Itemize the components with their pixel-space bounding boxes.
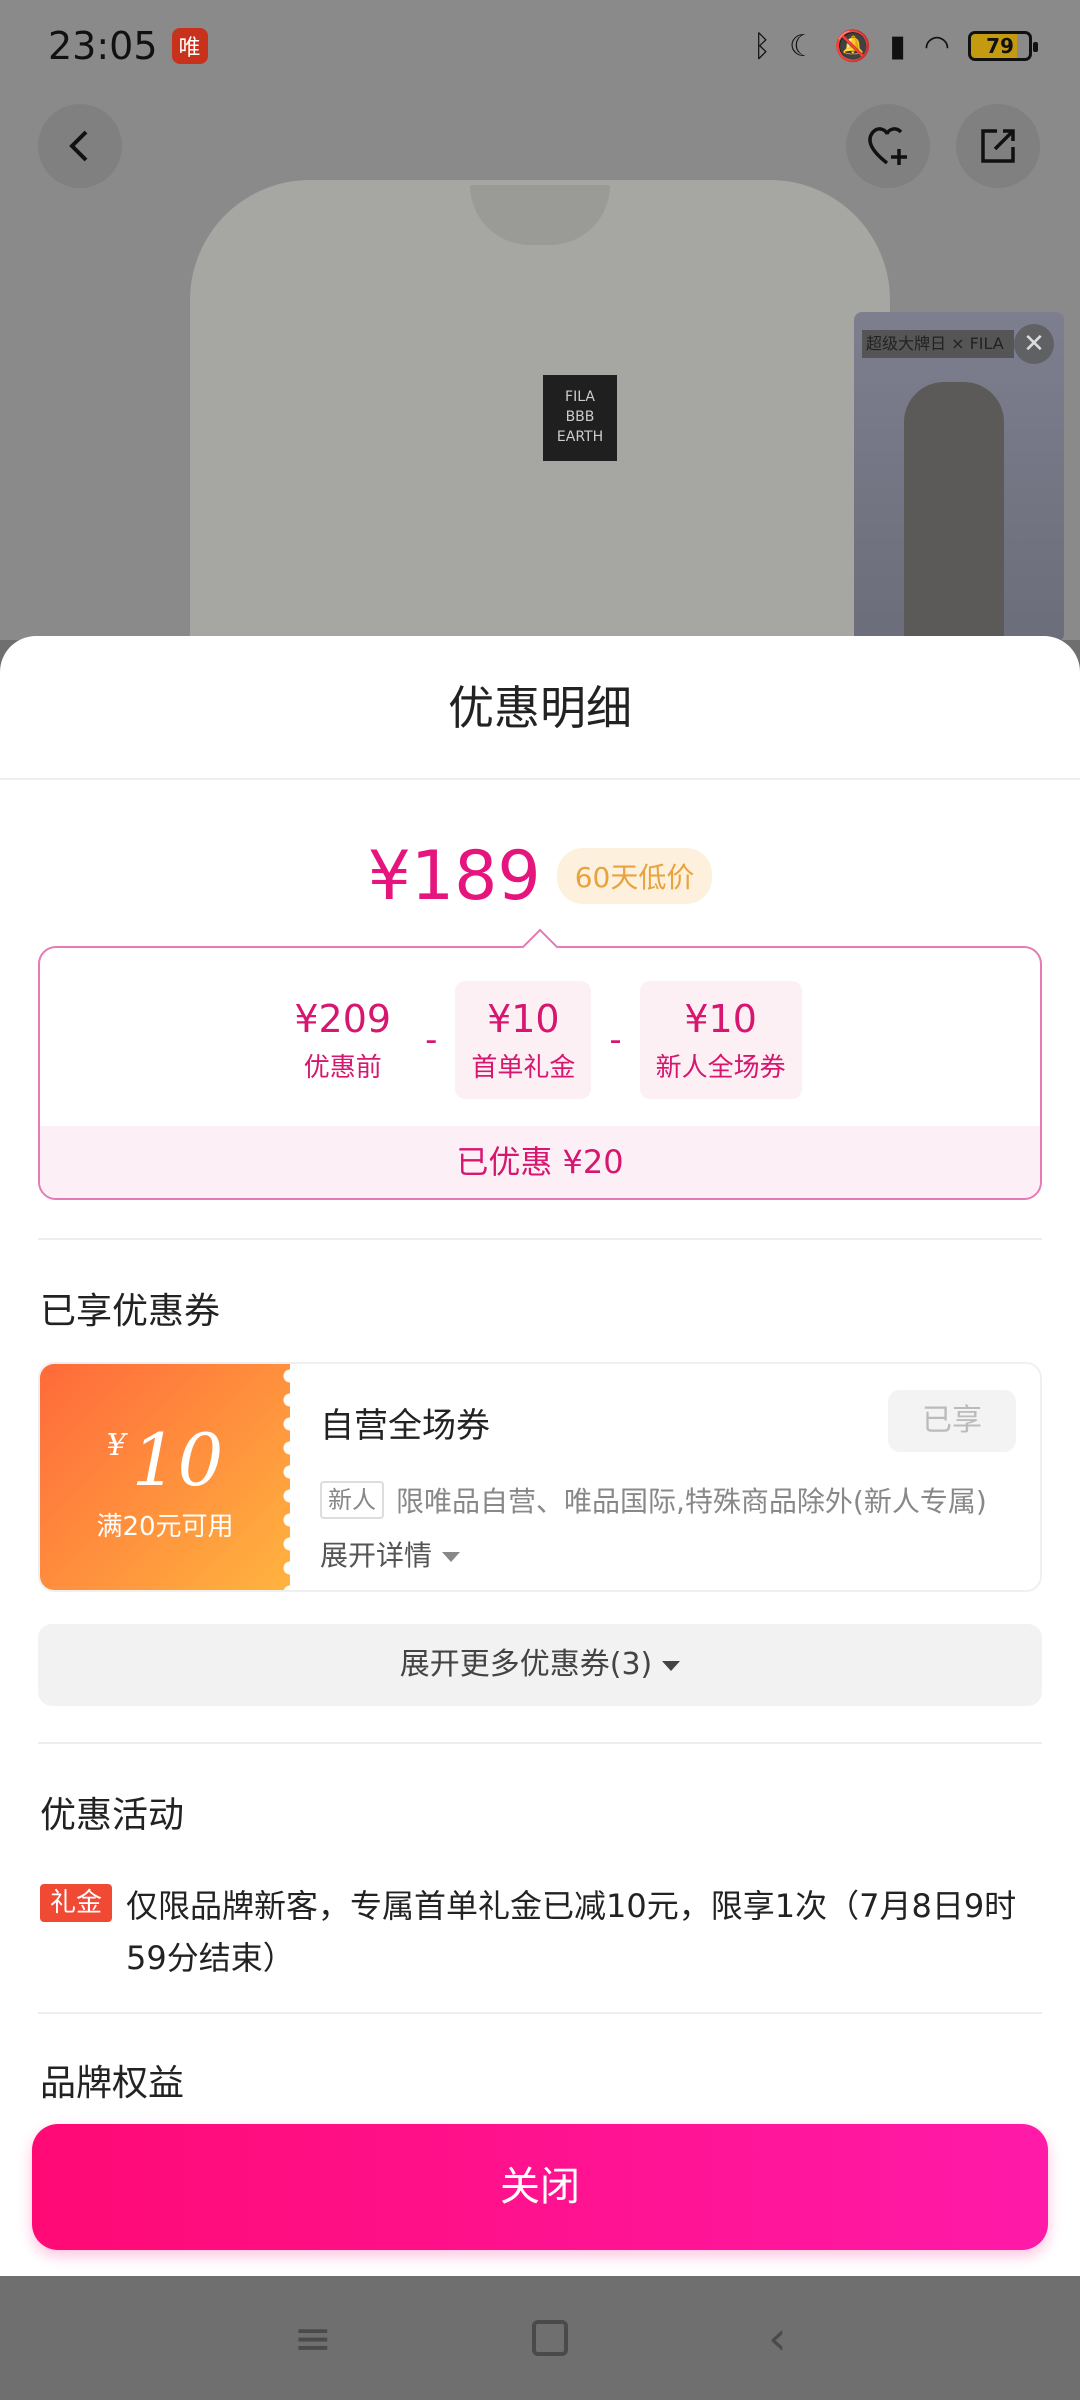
activity-item: 礼金 仅限品牌新客，专属首单礼金已减10元，限享1次（7月8日9时59分结束） [40,1880,1040,1984]
coupon-perforation [278,1364,302,1590]
video-presenter [904,382,1004,640]
gift-tag: 礼金 [40,1884,113,1922]
coupon-description-text: 限唯品自营、唯品国际,特殊商品除外(新人专属) [396,1485,987,1518]
minus-sign: - [609,1020,622,1060]
bluetooth-icon: ᛒ [753,28,772,64]
final-price-row: ¥189 60天低价 [0,836,1080,916]
brand-section-title: 品牌权益 [40,2063,185,2104]
original-price-amount: ¥209 [294,996,392,1041]
favorite-button[interactable] [846,104,930,188]
logo-text: FILA [565,389,595,405]
signal-icon: ▮ [889,28,906,64]
coupon-expand-details[interactable]: 展开详情 [320,1534,461,1574]
newcomer-coupon-amount: ¥10 [684,996,757,1041]
total-saved: 已优惠 ¥20 [40,1126,1040,1198]
coupons-section-title: 已享优惠券 [40,1291,221,1332]
coupon-status-badge: 已享 [888,1390,1016,1452]
first-order-gift-amount: ¥10 [487,996,560,1041]
first-order-gift-label: 首单礼金 [471,1052,576,1083]
divider [38,2012,1042,2014]
live-video-thumbnail[interactable]: 超级大牌日 × FILA ✕ [854,312,1064,640]
divider [38,1238,1042,1240]
share-button[interactable] [956,104,1040,188]
coupon-value-panel: ¥10 满20元可用 [40,1364,290,1590]
status-icons: ᛒ ☾ 🔕 ▮ ◠ 79 [753,28,1038,64]
system-nav-bar: ≡ ‹ [0,2276,1080,2400]
breakdown-items: ¥209 优惠前 - ¥10 首单礼金 - ¥10 新人全场券 [40,980,1040,1100]
app-notification-icon: 唯 [171,28,208,64]
product-logo-label: FILA BBB EARTH [543,375,617,461]
final-price: ¥189 [367,836,541,916]
battery-icon: 79 [968,31,1038,61]
minus-sign: - [425,1020,438,1060]
status-time: 23:05 [48,24,158,68]
original-price-item: ¥209 优惠前 [278,981,407,1099]
home-icon[interactable] [532,2320,569,2356]
expand-details-label: 展开详情 [320,1539,433,1572]
share-icon [981,129,1015,163]
wifi-icon: ◠ [923,28,950,64]
sheet-title: 优惠明细 [0,636,1080,780]
product-image [190,180,890,640]
close-button[interactable]: 关闭 [32,2124,1048,2250]
low-price-badge: 60天低价 [556,848,713,904]
original-price-label: 优惠前 [303,1052,382,1083]
heart-plus-icon [868,127,907,165]
newcomer-tag: 新人 [320,1481,384,1519]
moon-icon: ☾ [789,28,816,64]
divider [38,1742,1042,1744]
video-title: 超级大牌日 × FILA [862,330,1014,358]
coupon-amount: ¥10 [40,1418,290,1502]
discount-detail-sheet: 优惠明细 ¥189 60天低价 ¥209 优惠前 - ¥10 首单礼金 - ¥1… [0,636,1080,2276]
coupon-description: 新人 限唯品自营、唯品国际,特殊商品除外(新人专属) [320,1480,987,1520]
first-order-gift-item: ¥10 首单礼金 [455,981,592,1099]
product-page-background: FILA BBB EARTH 超级大牌日 × FILA ✕ 23:05 唯 ᛒ … [0,0,1080,640]
newcomer-coupon-label: 新人全场券 [655,1052,786,1083]
activity-text: 仅限品牌新客，专属首单礼金已减10元，限享1次（7月8日9时59分结束） [126,1887,1017,1977]
back-nav-icon[interactable]: ‹ [768,2311,786,2365]
coupon-condition: 满20元可用 [96,1512,234,1542]
chevron-down-icon [442,1552,461,1562]
logo-subtext: BBB EARTH [556,409,604,445]
coupon-amount-value: 10 [131,1418,224,1502]
status-bar: 23:05 唯 ᛒ ☾ 🔕 ▮ ◠ 79 [0,0,1080,92]
price-breakdown: ¥209 优惠前 - ¥10 首单礼金 - ¥10 新人全场券 已优惠 ¥20 [38,946,1042,1200]
coupon-name: 自营全场券 [320,1406,490,1446]
back-button[interactable] [38,104,122,188]
mute-icon: 🔕 [833,28,872,64]
close-icon: ✕ [1023,329,1045,359]
expand-more-coupons-button[interactable]: 展开更多优惠券(3) [38,1624,1042,1706]
activity-section-title: 优惠活动 [40,1795,185,1836]
chevron-down-icon [662,1660,681,1671]
coupon-currency: ¥ [106,1428,126,1463]
newcomer-coupon-item: ¥10 新人全场券 [639,981,802,1099]
coupon-card: ¥10 满20元可用 自营全场券 已享 新人 限唯品自营、唯品国际,特殊商品除外… [38,1362,1042,1592]
video-close-button[interactable]: ✕ [1014,324,1054,364]
menu-icon[interactable]: ≡ [294,2311,333,2365]
chevron-left-icon [69,130,88,162]
expand-more-coupons-label: 展开更多优惠券(3) [399,1647,653,1682]
